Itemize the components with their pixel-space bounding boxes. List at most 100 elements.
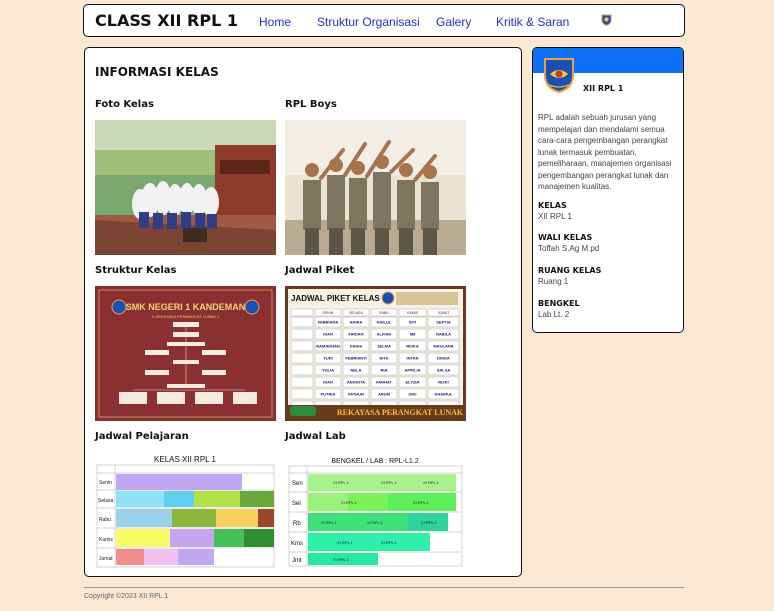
gallery-caption-foto-kelas: Foto Kelas xyxy=(95,99,154,110)
school-crest-icon[interactable] xyxy=(600,13,613,26)
lab-cell-label: XI RPL 1 xyxy=(367,520,384,525)
pelajaran-day-3: Kamis xyxy=(99,537,113,543)
site-brand[interactable]: CLASS XII RPL 1 xyxy=(95,11,255,30)
piket-day-header: RABU xyxy=(379,311,389,315)
lab-day-1: Sel xyxy=(292,501,301,507)
field-value-bengkel: Lab Lt. 2 xyxy=(538,310,570,319)
struktur-poster-subtitle: X REKAYASA PERANGKAT LUNAK 1 xyxy=(152,314,221,319)
photo-foto-kelas[interactable] xyxy=(95,120,276,255)
profile-class-name: XII RPL 1 xyxy=(583,84,624,93)
piket-name-cell: IIM xyxy=(410,332,416,337)
field-label-wali-kelas: WALI KELAS xyxy=(538,233,593,242)
lab-day-2: Rb xyxy=(293,521,301,527)
nav-link-kritik-saran[interactable]: Kritik & Saran xyxy=(496,15,569,29)
piket-name-cell: YUDI xyxy=(323,356,333,361)
piket-name-cell: RIZKI xyxy=(438,380,448,385)
lab-cell-label: XI RPL 1 xyxy=(381,540,398,545)
piket-name-cell: NELA xyxy=(351,368,362,373)
field-label-ruang-kelas: RUANG KELAS xyxy=(538,266,602,275)
piket-name-cell: FEBRIANTI xyxy=(345,356,366,361)
nav-link-home[interactable]: Home xyxy=(259,15,291,29)
piket-name-cell: RIA xyxy=(381,368,388,373)
piket-poster-footer: REKAYASA PERANGKAT LUNAK xyxy=(337,408,464,417)
lab-cell-label: XI RPL 1 xyxy=(381,480,398,485)
piket-name-cell: PUTRIA xyxy=(321,392,336,397)
photo-jadwal-lab[interactable]: BENGKEL / LAB : RPL-L1.2 Sen Sel Rb Kms xyxy=(285,452,466,570)
field-value-wali-kelas: Toffah S.Ag M.pd xyxy=(538,244,600,253)
piket-name-cell: DIKI xyxy=(409,392,417,397)
lab-day-0: Sen xyxy=(292,481,303,487)
pelajaran-day-2: Rabu xyxy=(99,517,111,523)
piket-name-cell: SEPTIA xyxy=(436,320,451,325)
field-label-kelas: KELAS xyxy=(538,201,567,210)
piket-name-cell: KHAIRUL xyxy=(435,392,454,397)
lab-cell-label: XI RPL 1 xyxy=(333,480,350,485)
field-value-kelas: XII RPL 1 xyxy=(538,212,572,221)
profile-description: RPL adalah sebuah jurusan yang mempelaja… xyxy=(538,113,672,191)
piket-day-header: SELASA xyxy=(349,311,363,315)
nav-link-galery[interactable]: Galery xyxy=(436,15,471,29)
gallery-caption-jadwal-lab: Jadwal Lab xyxy=(285,431,346,442)
gallery-caption-jadwal-piket: Jadwal Piket xyxy=(285,265,355,276)
piket-name-cell: NAILUL xyxy=(377,320,392,325)
piket-name-cell: FEBRIANA xyxy=(318,320,339,325)
piket-name-cell: NITA xyxy=(379,356,388,361)
nav-link-struktur-organisasi[interactable]: Struktur Organisasi xyxy=(317,15,420,29)
photo-jadwal-piket[interactable]: JADWAL PIKET KELAS SENIN SELASA RABU KAMIS J… xyxy=(285,286,466,421)
photo-jadwal-pelajaran[interactable]: KELAS XII RPL 1 Senin Selasa Rabu Kamis … xyxy=(95,452,276,570)
piket-name-cell: ALFIAN xyxy=(377,332,392,337)
piket-name-cell: INTAN xyxy=(407,356,419,361)
piket-name-cell: YULIA xyxy=(322,368,334,373)
lab-cell-label: XI RPL 1 xyxy=(341,500,358,505)
lab-cell-label: XI RPL 1 xyxy=(423,480,440,485)
gallery-caption-struktur-kelas: Struktur Kelas xyxy=(95,265,177,276)
page-title: INFORMASI KELAS xyxy=(95,65,219,79)
lab-day-4: Jmt xyxy=(292,558,302,564)
piket-name-cell: NABILA xyxy=(436,332,451,337)
footer-divider xyxy=(84,587,684,588)
lab-cell-label: XI RPL 1 xyxy=(321,520,338,525)
school-crest-icon xyxy=(541,56,577,94)
piket-name-cell: RISKA xyxy=(406,344,419,349)
piket-poster-title: JADWAL PIKET KELAS xyxy=(291,294,380,303)
lab-cell-label: XI RPL 1 xyxy=(333,557,350,562)
piket-name-cell: FATHUR xyxy=(348,392,364,397)
pelajaran-day-1: Selasa xyxy=(98,498,114,504)
lab-poster-title: BENGKEL / LAB : RPL-L1.2 xyxy=(331,458,418,465)
piket-name-cell: DANIS xyxy=(350,344,363,349)
piket-name-cell: DINDA xyxy=(437,356,450,361)
photo-struktur-kelas[interactable]: SMK NEGERI 1 KANDEMAN X REKAYASA PERANGK… xyxy=(95,286,276,421)
piket-name-cell: ANGGITA xyxy=(347,380,365,385)
lab-cell-label: XI RPL 1 xyxy=(337,540,354,545)
class-info-panel: INFORMASI KELAS Foto Kelas RPL Boys Stru… xyxy=(84,47,522,577)
piket-name-cell: SITI xyxy=(409,320,416,325)
piket-name-cell: ELYSIA xyxy=(405,380,419,385)
piket-name-cell: DIAN xyxy=(323,380,333,385)
piket-name-cell: MAULANA xyxy=(433,344,453,349)
lab-cell-label: XI RPL 1 xyxy=(413,500,430,505)
piket-name-cell: APRILIA xyxy=(405,368,421,373)
piket-name-cell: FARHAT xyxy=(376,380,392,385)
field-value-ruang-kelas: Ruang 1 xyxy=(538,277,569,286)
piket-name-cell: FIRDAN xyxy=(348,332,363,337)
piket-name-cell: ARUM xyxy=(378,392,391,397)
piket-day-header: JUMAT xyxy=(438,311,450,315)
piket-name-cell: AKIRA xyxy=(350,320,363,325)
pelajaran-day-4: Jumat xyxy=(99,556,113,562)
piket-day-header: SENIN xyxy=(323,311,334,315)
photo-rpl-boys[interactable] xyxy=(285,120,466,255)
struktur-poster-school: SMK NEGERI 1 KANDEMAN xyxy=(126,302,246,312)
piket-name-cell: RAMADHAN xyxy=(316,344,340,349)
gallery-caption-rpl-boys: RPL Boys xyxy=(285,99,337,110)
class-profile-card: XII RPL 1 RPL adalah sebuah jurusan yang… xyxy=(532,47,684,333)
piket-name-cell: DIAN xyxy=(323,332,333,337)
pelajaran-poster-title: KELAS XII RPL 1 xyxy=(154,455,217,464)
footer-copyright: Copyright ©2023 XII RPL 1 xyxy=(84,593,169,600)
top-navbar: CLASS XII RPL 1 Home Struktur Organisasi… xyxy=(83,4,685,37)
gallery-caption-jadwal-pelajaran: Jadwal Pelajaran xyxy=(95,431,189,442)
pelajaran-day-0: Senin xyxy=(99,480,112,486)
piket-name-cell: ZELMA xyxy=(377,344,391,349)
piket-name-cell: SALSA xyxy=(437,368,451,373)
lab-cell-label: XI RPL 1 xyxy=(421,520,438,525)
field-label-bengkel: BENGKEL xyxy=(538,299,580,308)
